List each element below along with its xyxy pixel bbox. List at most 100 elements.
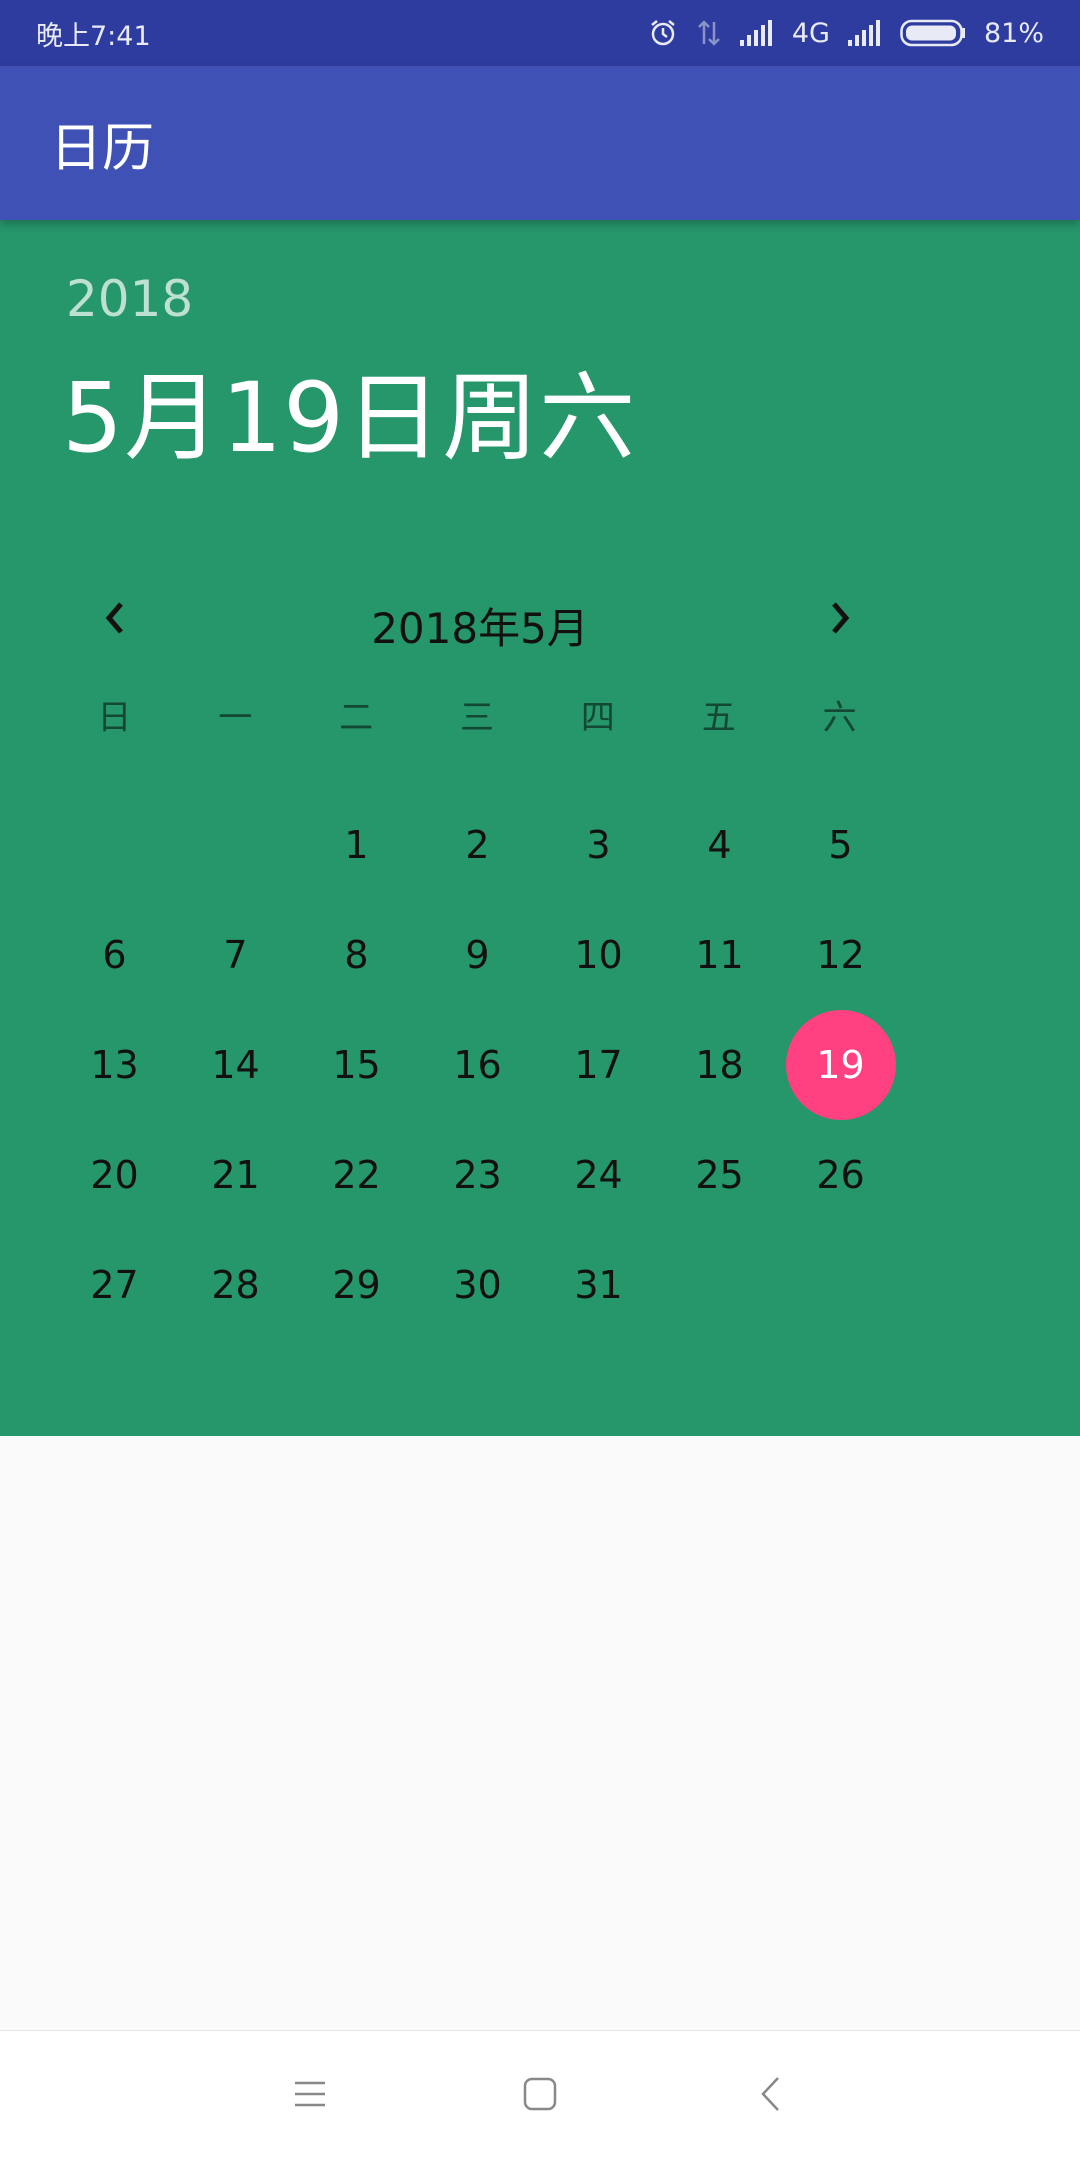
day-cell[interactable]: 24 — [538, 1120, 659, 1230]
header-year[interactable]: 2018 — [66, 270, 193, 328]
day-number: 3 — [586, 823, 611, 867]
day-cell[interactable]: 25 — [659, 1120, 780, 1230]
day-number: 1 — [344, 823, 369, 867]
weekday-label: 五 — [701, 698, 736, 738]
day-number: 9 — [465, 933, 490, 977]
day-cell-empty — [54, 790, 175, 900]
day-number: 19 — [785, 1010, 896, 1120]
day-cell[interactable]: 4 — [659, 790, 780, 900]
day-cell[interactable]: 16 — [417, 1010, 538, 1120]
day-number: 31 — [574, 1263, 623, 1307]
day-number: 29 — [332, 1263, 381, 1307]
day-cell[interactable]: 28 — [175, 1230, 296, 1340]
day-number: 10 — [574, 933, 623, 977]
weekday-label: 日 — [97, 698, 132, 738]
day-number: 25 — [695, 1153, 744, 1197]
day-cell[interactable]: 2 — [417, 790, 538, 900]
weekday-label: 三 — [460, 698, 494, 738]
day-number: 21 — [211, 1153, 260, 1197]
day-number: 22 — [332, 1153, 381, 1197]
day-number: 14 — [211, 1043, 260, 1087]
day-cell[interactable]: 7 — [175, 900, 296, 1010]
weekday-label: 二 — [339, 698, 374, 738]
day-cell[interactable]: 23 — [417, 1120, 538, 1230]
day-number: 5 — [828, 823, 853, 867]
chevron-right-icon — [825, 598, 855, 642]
signal-icon — [847, 20, 882, 46]
day-number: 24 — [574, 1153, 623, 1197]
day-cell[interactable]: 26 — [780, 1120, 901, 1230]
day-cell[interactable]: 11 — [659, 900, 780, 1010]
day-cell[interactable]: 27 — [54, 1230, 175, 1340]
day-number: 30 — [453, 1263, 502, 1307]
day-cell[interactable]: 30 — [417, 1230, 538, 1340]
day-number: 16 — [453, 1043, 502, 1087]
day-cell[interactable]: 14 — [175, 1010, 296, 1120]
menu-icon — [293, 2080, 327, 2112]
header-selected-date[interactable]: 5月19日周六 — [62, 340, 636, 479]
status-time: 晚上7:41 — [36, 20, 151, 52]
alarm-icon — [648, 18, 678, 48]
day-number: 13 — [90, 1043, 139, 1087]
day-cell[interactable]: 12 — [780, 900, 901, 1010]
system-navigation-bar — [0, 2030, 1080, 2160]
days-grid: 1 2 3 4 5 6 7 8 9 10 11 12 13 14 15 16 17 18 19 20 21 22 23 24 2… — [54, 790, 900, 1340]
day-cell[interactable]: 29 — [296, 1230, 417, 1340]
status-bar: 晚上7:41 4G 81% — [0, 0, 1080, 66]
day-number: 20 — [90, 1153, 139, 1197]
day-cell-empty — [175, 790, 296, 900]
month-navigation: 2018年5月 — [0, 560, 960, 680]
signal-icon — [739, 20, 774, 46]
day-cell[interactable]: 31 — [538, 1230, 659, 1340]
day-cell[interactable]: 3 — [538, 790, 659, 900]
day-cell[interactable]: 22 — [296, 1120, 417, 1230]
back-icon — [758, 2075, 782, 2117]
day-number: 17 — [574, 1043, 623, 1087]
weekday-label: 四 — [580, 698, 615, 738]
day-number: 4 — [707, 823, 732, 867]
data-transfer-icon — [696, 18, 722, 48]
day-cell[interactable]: 21 — [175, 1120, 296, 1230]
battery-icon — [900, 19, 966, 47]
day-cell[interactable]: 8 — [296, 900, 417, 1010]
day-number: 6 — [102, 933, 127, 977]
back-button[interactable] — [740, 2066, 800, 2126]
menu-button[interactable] — [280, 2066, 340, 2126]
day-cell[interactable]: 18 — [659, 1010, 780, 1120]
day-number: 7 — [223, 933, 248, 977]
day-number: 18 — [695, 1043, 744, 1087]
day-cell[interactable]: 13 — [54, 1010, 175, 1120]
day-number: 15 — [332, 1043, 381, 1087]
day-cell[interactable]: 20 — [54, 1120, 175, 1230]
page-title: 日历 — [50, 118, 155, 179]
weekday-label: 六 — [822, 698, 857, 738]
battery-level: 81% — [983, 17, 1044, 49]
day-number: 11 — [695, 933, 744, 977]
day-number: 28 — [211, 1263, 260, 1307]
weekday-header: 日 一 二 三 四 五 六 — [54, 690, 900, 760]
day-number: 26 — [816, 1153, 865, 1197]
day-cell[interactable]: 9 — [417, 900, 538, 1010]
day-number: 23 — [453, 1153, 502, 1197]
day-number: 8 — [344, 933, 369, 977]
day-cell-empty — [780, 1230, 901, 1340]
day-number: 2 — [465, 823, 490, 867]
next-month-button[interactable] — [810, 590, 870, 650]
home-button[interactable] — [510, 2066, 570, 2126]
network-type: 4G — [791, 17, 830, 49]
weekday-label: 一 — [218, 698, 253, 738]
home-icon — [523, 2077, 557, 2115]
day-cell[interactable]: 1 — [296, 790, 417, 900]
day-number: 27 — [90, 1263, 139, 1307]
day-number: 12 — [816, 933, 865, 977]
day-cell-empty — [659, 1230, 780, 1340]
day-cell-selected[interactable]: 19 — [780, 1010, 901, 1120]
day-cell[interactable]: 17 — [538, 1010, 659, 1120]
day-cell[interactable]: 10 — [538, 900, 659, 1010]
day-cell[interactable]: 15 — [296, 1010, 417, 1120]
day-cell[interactable]: 5 — [780, 790, 901, 900]
status-icons: 4G 81% — [648, 18, 1044, 49]
calendar-panel: 2018 5月19日周六 2018年5月 日 一 二 三 四 五 六 12345… — [0, 220, 1080, 1436]
app-bar: 日历 — [0, 66, 1080, 220]
day-cell[interactable]: 6 — [54, 900, 175, 1010]
